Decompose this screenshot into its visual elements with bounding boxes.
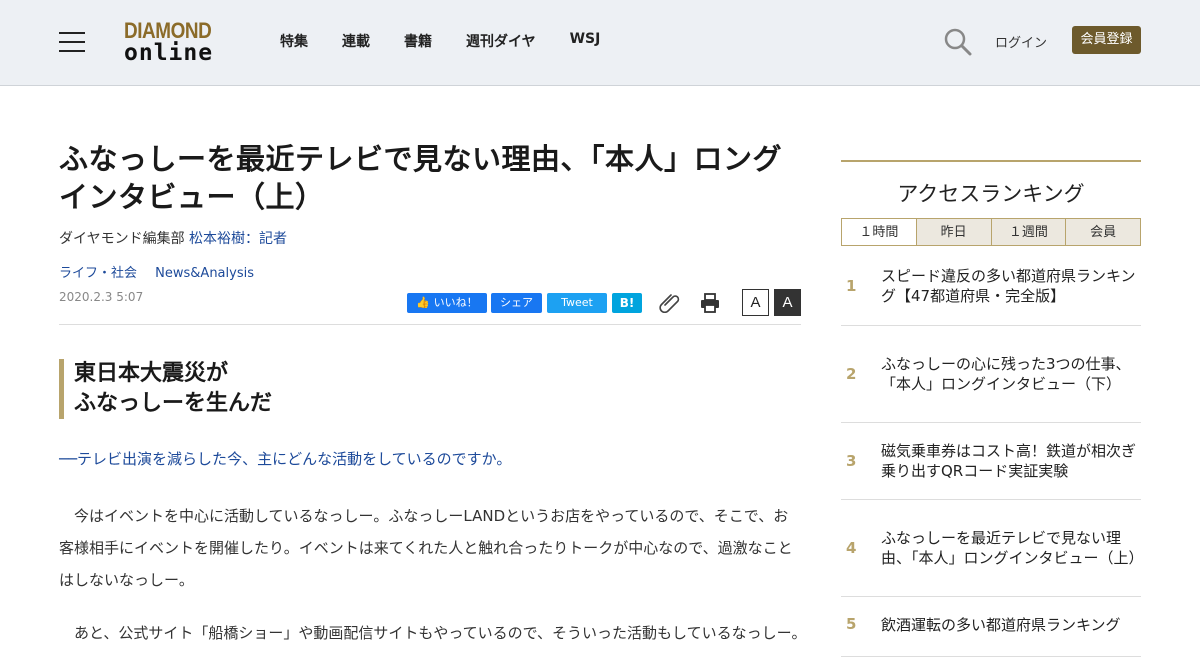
rank-title: ふなっしーの心に残った3つの仕事、「本人」ロングインタビュー（下） [881,355,1131,393]
site-logo[interactable]: DIAMOND online [124,20,228,65]
ranking-item[interactable]: 1 スピード違反の多い都道府県ランキング【47都道府県・完全版】 [841,246,1141,326]
author-link[interactable]: 松本裕樹：記者 [189,231,287,247]
logo-line1: DIAMOND [124,18,212,43]
tab-1-week[interactable]: １週間 [990,219,1066,245]
main-nav: 特集 連載 書籍 週刊ダイヤ WSJ [280,31,634,51]
ranking-title: アクセスランキング [897,182,1085,206]
section-heading: 東日本大震災が ふなっしーを生んだ [59,359,272,419]
logo-line2: online [124,40,214,66]
hatena-bookmark-button[interactable]: B! [612,293,642,313]
nav-item-shoseki[interactable]: 書籍 [404,31,432,51]
rank-number: 4 [846,539,857,557]
rank-title: 磁気乗車券はコスト高！鉄道が相次ぎ乗り出すQRコード実証実験 [881,442,1137,480]
publish-date: 2020.2.3 5:07 [59,290,144,304]
divider [59,324,801,325]
rank-number: 5 [846,615,857,633]
ranking-item[interactable]: 2 ふなっしーの心に残った3つの仕事、「本人」ロングインタビュー（下） [841,326,1141,423]
tab-1-hour[interactable]: １時間 [842,219,916,245]
tag-news-analysis[interactable]: News&Analysis [155,266,254,281]
tag-life-society[interactable]: ライフ・社会 [59,266,137,281]
rank-number: 1 [846,276,857,295]
ranking-item[interactable]: 3 磁気乗車券はコスト高！鉄道が相次ぎ乗り出すQRコード実証実験 [841,423,1141,500]
rank-number: 2 [846,365,857,383]
ranking-item[interactable]: 4 ふなっしーを最近テレビで見ない理由、「本人」ロングインタビュー（上） [841,500,1144,597]
section-heading-line2: ふなっしーを生んだ [74,391,273,416]
access-ranking: アクセスランキング １時間 昨日 １週間 会員 1 スピード違反の多い都道府県ラ… [841,160,1144,657]
tweet-button[interactable]: Tweet [547,293,607,313]
nav-item-tokushu[interactable]: 特集 [280,31,308,51]
article-paragraph: あと、公式サイト「船橋ショー」や動画配信サイトもやっているので、そういった活動も… [74,624,801,642]
ranking-tabs: １時間 昨日 １週間 会員 [841,218,1141,246]
nav-item-wsj[interactable]: WSJ [570,31,601,51]
search-icon[interactable] [944,28,972,56]
menu-icon[interactable] [59,32,85,52]
nav-item-weekly-diamond[interactable]: 週刊ダイヤ [466,31,536,51]
login-link[interactable]: ログイン [995,32,1047,51]
rank-title: スピード違反の多い都道府県ランキング【47都道府県・完全版】 [881,266,1136,305]
tab-members[interactable]: 会員 [1065,219,1140,245]
interview-question: ──テレビ出演を減らした今、主にどんな活動をしているのですか。 [59,450,512,468]
byline-dept: ダイヤモンド編集部 [59,231,190,247]
print-icon[interactable] [699,292,721,314]
facebook-share-button[interactable]: シェア [491,293,542,313]
rank-title: 飲酒運転の多い都道府県ランキング [881,616,1121,634]
site-header: DIAMOND online 特集 連載 書籍 週刊ダイヤ WSJ ログイン 会… [0,0,1200,86]
nav-item-rensai[interactable]: 連載 [342,31,370,51]
article-title: ふなっしーを最近テレビで見ない理由、「本人」ロングインタビュー（上） [59,142,783,214]
rank-number: 3 [846,452,857,470]
byline: ダイヤモンド編集部 松本裕樹：記者 [59,228,287,248]
article-paragraph: 今はイベントを中心に活動しているなっしー。ふなっしーLANDというお店をやってい… [59,507,793,589]
facebook-like-button[interactable]: 👍 いいね！ [407,293,487,313]
section-heading-line1: 東日本大震災が [74,361,229,386]
clip-icon[interactable] [659,291,681,313]
font-size-small-button[interactable]: A [742,289,769,316]
register-button[interactable]: 会員登録 [1072,26,1141,54]
tab-yesterday[interactable]: 昨日 [915,219,991,245]
rank-title: ふなっしーを最近テレビで見ない理由、「本人」ロングインタビュー（上） [881,529,1144,567]
ranking-item[interactable]: 5 飲酒運転の多い都道府県ランキング [841,597,1141,657]
font-size-large-button[interactable]: A [774,289,801,316]
article-tags: ライフ・社会 News&Analysis [59,262,268,281]
